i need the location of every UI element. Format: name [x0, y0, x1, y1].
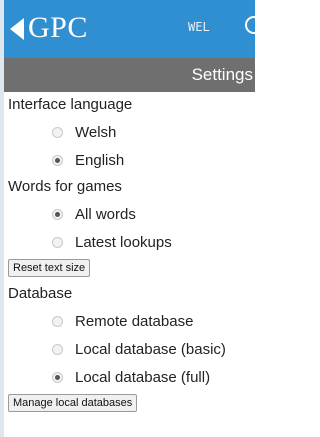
radio-label: Local database (full): [75, 368, 211, 386]
radio-button-selected[interactable]: [52, 208, 63, 220]
radio-button[interactable]: [52, 236, 63, 248]
reset-text-size-button[interactable]: Reset text size: [8, 259, 91, 277]
radio-label: Welsh: [75, 123, 117, 141]
interface-language-label: Interface language: [8, 96, 133, 113]
radio-label: Remote database: [75, 312, 194, 330]
radio-option-local-database-full[interactable]: Local database (full): [8, 363, 255, 391]
radio-button-selected[interactable]: [52, 154, 63, 166]
database-label: Database: [8, 285, 73, 302]
radio-label: All words: [75, 205, 136, 223]
radio-label: English: [75, 151, 125, 169]
radio-option-welsh[interactable]: Welsh: [8, 118, 255, 146]
manage-local-databases-button[interactable]: Manage local databases: [8, 394, 138, 412]
settings-content: Interface language Welsh English Words f…: [8, 92, 255, 416]
radio-button[interactable]: [52, 315, 63, 327]
radio-button[interactable]: [52, 126, 63, 138]
radio-option-english[interactable]: English: [8, 146, 255, 174]
back-triangle-icon[interactable]: [10, 18, 24, 40]
page-title: Settings: [191, 65, 253, 84]
radio-label: Local database (basic): [75, 340, 226, 358]
radio-button-selected[interactable]: [52, 371, 63, 383]
radio-button[interactable]: [52, 343, 63, 355]
language-toggle-button[interactable]: WEL: [188, 20, 210, 34]
app-header: GPC WEL: [4, 0, 263, 59]
settings-bar: Settings: [4, 58, 255, 92]
words-for-games-label: Words for games: [8, 178, 122, 195]
radio-option-remote-database[interactable]: Remote database: [8, 307, 255, 335]
app-title[interactable]: GPC: [28, 11, 88, 45]
menu-icon[interactable]: [245, 16, 263, 34]
radio-option-local-database-basic[interactable]: Local database (basic): [8, 335, 255, 363]
radio-option-all-words[interactable]: All words: [8, 200, 255, 228]
radio-option-latest-lookups[interactable]: Latest lookups: [8, 228, 255, 256]
radio-label: Latest lookups: [75, 233, 172, 251]
